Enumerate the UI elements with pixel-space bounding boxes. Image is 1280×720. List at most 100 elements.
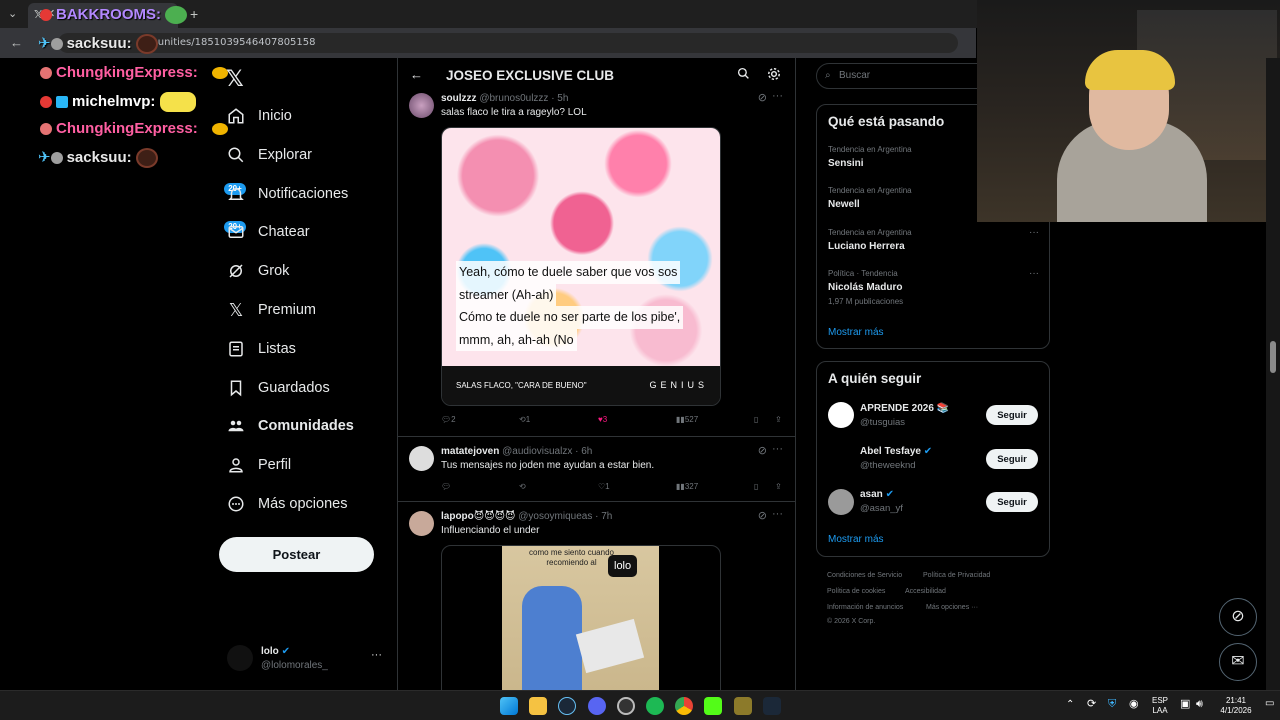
show-more-link[interactable]: Mostrar más: [828, 327, 884, 338]
nav-item-inicio[interactable]: Inicio: [226, 101, 292, 131]
network-icon[interactable]: ▣: [1180, 699, 1190, 710]
views-button[interactable]: ▮▮ 527: [676, 415, 698, 424]
tweet-media[interactable]: Yeah, cómo te duele saber que vos sos st…: [441, 127, 721, 406]
tray-app-icon[interactable]: ⟳: [1087, 699, 1096, 710]
more-icon[interactable]: ···: [772, 443, 783, 455]
trend-name[interactable]: Luciano Herrera: [828, 241, 905, 252]
reply-button[interactable]: 💬︎ 2: [441, 415, 456, 424]
game-icon[interactable]: [734, 697, 752, 715]
steam-alt-icon[interactable]: [763, 697, 781, 715]
nav-item-explorar[interactable]: Explorar: [226, 140, 312, 170]
account-switcher[interactable]: lolo ✔ @lolomorales_ ···: [227, 643, 387, 675]
trend-name[interactable]: Sensini: [828, 158, 864, 169]
bookmark-icon[interactable]: ▯: [754, 415, 758, 424]
nav-item-guardados[interactable]: Guardados: [226, 373, 330, 403]
search-placeholder: Buscar: [839, 70, 871, 81]
share-icon[interactable]: ⇪: [775, 482, 782, 491]
nav-item-grok[interactable]: Grok: [226, 256, 289, 286]
tweet[interactable]: matatejoven @audiovisualzx · 6h ⊘ ··· Tu…: [398, 437, 795, 502]
follow-button[interactable]: Seguir: [986, 449, 1038, 469]
tray-shield-icon[interactable]: ⛨: [1108, 699, 1116, 710]
language-indicator[interactable]: ESP LAA: [1152, 696, 1168, 716]
footer-link[interactable]: Accesibilidad: [905, 588, 946, 595]
avatar[interactable]: [409, 446, 434, 471]
page-scrollbar[interactable]: [1266, 58, 1280, 690]
avatar[interactable]: [409, 93, 434, 118]
spotify-icon[interactable]: [646, 697, 664, 715]
tweet-media[interactable]: como me siento cuando recomiendo al lolo: [441, 545, 721, 690]
discord-icon[interactable]: [588, 697, 606, 715]
tweet-author[interactable]: lapopo😈😈😈😈 @yosoymiqueas · 7h: [441, 511, 612, 522]
more-icon[interactable]: ···: [772, 90, 783, 102]
footer-link[interactable]: Condiciones de Servicio: [827, 572, 902, 579]
like-button[interactable]: ♥ 3: [598, 415, 607, 424]
footer-link[interactable]: Más opciones ···: [926, 604, 978, 611]
tray-steam-icon[interactable]: ◉: [1129, 699, 1139, 710]
gear-icon[interactable]: [767, 67, 781, 86]
reply-button[interactable]: 💬︎: [441, 482, 451, 491]
notification-icon[interactable]: ▭: [1265, 699, 1274, 709]
follow-name[interactable]: asan ✔: [860, 489, 894, 500]
grok-icon[interactable]: ⊘: [758, 509, 767, 522]
footer-link[interactable]: Política de cookies: [827, 588, 885, 595]
back-arrow-icon[interactable]: ←: [410, 67, 423, 82]
clock[interactable]: 21:41 4/1/2026: [1216, 696, 1256, 716]
share-icon[interactable]: ⇪: [775, 415, 782, 424]
tweet[interactable]: soulzzz @brunos0ulzzz · 5h ⊘ ··· salas f…: [398, 90, 795, 437]
footer-link[interactable]: Política de Privacidad: [923, 572, 990, 579]
footer-link[interactable]: Información de anuncios: [827, 604, 903, 611]
obs-icon[interactable]: [617, 697, 635, 715]
more-icon[interactable]: ···: [772, 508, 783, 520]
search-input[interactable]: ⌕ Buscar: [816, 63, 996, 89]
repost-button[interactable]: ⟲: [519, 482, 526, 491]
kick-icon[interactable]: [704, 697, 722, 715]
url-field[interactable]: munities/1851039546407805158: [58, 33, 958, 53]
x-logo-icon[interactable]: 𝕏: [226, 66, 244, 92]
file-explorer-icon[interactable]: [529, 697, 547, 715]
tweet-author[interactable]: matatejoven @audiovisualzx · 6h: [441, 446, 592, 457]
messages-fab-icon[interactable]: ✉: [1219, 643, 1257, 681]
windows-start-icon[interactable]: [500, 697, 518, 715]
avatar[interactable]: [828, 489, 854, 515]
tweet-author[interactable]: soulzzz @brunos0ulzzz · 5h: [441, 93, 568, 104]
follow-name[interactable]: APRENDE 2026 📚: [860, 403, 949, 414]
follow-button[interactable]: Seguir: [986, 492, 1038, 512]
like-button[interactable]: ♡ 1: [598, 482, 610, 491]
avatar[interactable]: [828, 446, 854, 472]
views-button[interactable]: ▮▮ 327: [676, 482, 698, 491]
bookmark-icon[interactable]: ▯: [754, 482, 758, 491]
post-button[interactable]: Postear: [219, 537, 374, 572]
new-tab-icon[interactable]: +: [190, 6, 198, 22]
show-more-link[interactable]: Mostrar más: [828, 534, 884, 545]
nav-item-listas[interactable]: Listas: [226, 334, 296, 364]
search-icon[interactable]: [737, 67, 750, 85]
repost-button[interactable]: ⟲ 1: [519, 415, 530, 424]
tab-menu-icon[interactable]: ⌄: [8, 7, 17, 20]
steam-icon[interactable]: [558, 697, 576, 715]
nav-item-comunidades[interactable]: Comunidades: [226, 411, 354, 441]
tray-chevron-icon[interactable]: ⌃: [1066, 700, 1074, 710]
tweet[interactable]: lapopo😈😈😈😈 @yosoymiqueas · 7h ⊘ ··· Infl…: [398, 502, 795, 690]
avatar[interactable]: [409, 511, 434, 536]
more-icon[interactable]: ···: [371, 649, 382, 661]
nav-item-premium[interactable]: 𝕏 Premium: [226, 295, 316, 325]
nav-item-chatear[interactable]: Chatear: [226, 217, 310, 247]
scrollbar-thumb[interactable]: [1270, 341, 1276, 373]
more-icon[interactable]: ···: [1029, 268, 1039, 279]
profile-handle: @lolomorales_: [261, 660, 328, 671]
chrome-icon[interactable]: [675, 697, 693, 715]
trend-name[interactable]: Nicolás Maduro: [828, 282, 902, 293]
trend-name[interactable]: Newell: [828, 199, 860, 210]
avatar[interactable]: [828, 402, 854, 428]
nav-item-mas-opciones[interactable]: Más opciones: [226, 489, 347, 519]
grok-icon[interactable]: ⊘: [758, 91, 767, 104]
more-icon[interactable]: ···: [1029, 227, 1039, 238]
nav-item-perfil[interactable]: Perfil: [226, 450, 291, 480]
follow-button[interactable]: Seguir: [986, 405, 1038, 425]
back-icon[interactable]: ←: [10, 35, 23, 50]
grok-fab-icon[interactable]: ⊘: [1219, 598, 1257, 636]
follow-name[interactable]: Abel Tesfaye ✔: [860, 446, 932, 457]
grok-icon[interactable]: ⊘: [758, 444, 767, 457]
nav-item-notificaciones[interactable]: Notificaciones: [226, 179, 348, 209]
volume-icon[interactable]: 🔊︎: [1196, 699, 1203, 710]
